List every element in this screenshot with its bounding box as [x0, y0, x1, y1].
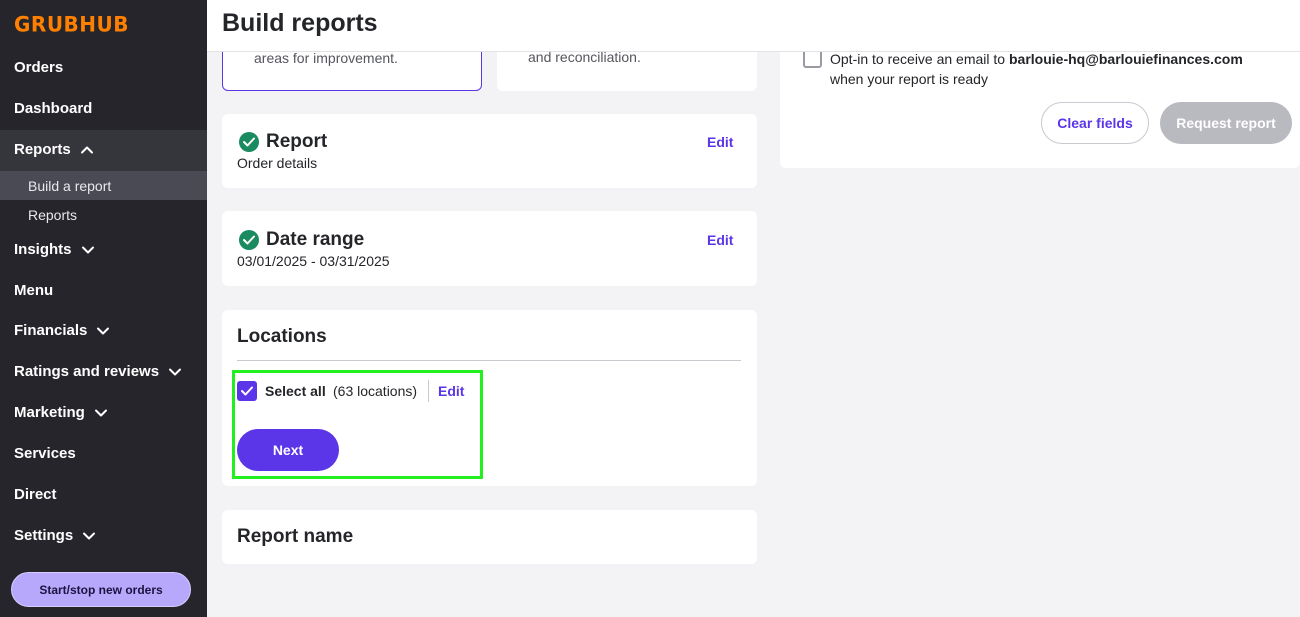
check-circle-icon — [239, 132, 259, 152]
date-range-step-card: Date range 03/01/2025 - 03/31/2025 Edit — [222, 211, 757, 286]
sidebar-item-label: Menu — [14, 282, 54, 299]
chevron-down-icon — [97, 327, 110, 334]
email-optin-text: Opt-in to receive an email to barlouie-h… — [830, 49, 1280, 89]
check-circle-icon — [239, 230, 259, 250]
chevron-up-icon — [80, 146, 93, 153]
sidebar-item-label: Marketing — [14, 404, 85, 421]
sidebar-item-orders[interactable]: Orders — [14, 59, 63, 76]
email-optin-suffix: when your report is ready — [830, 71, 988, 87]
sidebar-item-dashboard[interactable]: Dashboard — [14, 100, 92, 117]
sidebar-item-label: Reports — [14, 141, 71, 158]
vertical-divider — [428, 380, 429, 402]
locations-count: (63 locations) — [333, 383, 418, 399]
report-name-title: Report name — [237, 526, 354, 547]
sidebar-item-label: Ratings and reviews — [14, 363, 160, 380]
request-report-button[interactable]: Request report — [1160, 102, 1292, 144]
chevron-down-icon — [83, 532, 96, 539]
sidebar-item-reports[interactable]: Reports — [14, 141, 95, 158]
sidebar-item-insights[interactable]: Insights — [14, 241, 96, 258]
date-range-title: Date range — [266, 229, 365, 250]
report-step-value: Order details — [237, 155, 318, 171]
sidebar-item-label: Orders — [14, 59, 64, 76]
sidebar-item-label: Financials — [14, 322, 88, 339]
sidebar-subitem-build-a-report[interactable]: Build a report — [28, 178, 111, 194]
locations-divider — [237, 360, 741, 361]
sidebar-item-label: Settings — [14, 527, 74, 544]
sidebar-item-settings[interactable]: Settings — [14, 527, 97, 544]
sidebar-item-label: Insights — [14, 241, 72, 258]
next-button[interactable]: Next — [237, 429, 339, 471]
sidebar-subitem-reports[interactable]: Reports — [28, 207, 77, 223]
report-name-step-card: Report name — [222, 510, 757, 564]
report-edit-link[interactable]: Edit — [707, 134, 733, 150]
page-header: Build reports — [207, 0, 1300, 52]
start-stop-orders-button[interactable]: Start/stop new orders — [11, 572, 191, 607]
date-range-value: 03/01/2025 - 03/31/2025 — [237, 253, 390, 269]
locations-title: Locations — [237, 326, 327, 347]
chevron-down-icon — [169, 368, 182, 375]
chevron-down-icon — [94, 409, 107, 416]
locations-edit-link[interactable]: Edit — [438, 383, 464, 399]
sidebar-item-direct[interactable]: Direct — [14, 486, 57, 503]
email-optin-address: barlouie-hq@barlouiefinances.com — [1008, 51, 1243, 67]
select-all-checkbox[interactable] — [237, 381, 257, 401]
sidebar: GRUBHUB Orders Dashboard Reports Build a… — [0, 0, 207, 617]
sidebar-item-marketing[interactable]: Marketing — [14, 404, 109, 421]
report-step-card: Report Order details Edit — [222, 114, 757, 188]
grubhub-logo[interactable]: GRUBHUB — [14, 11, 129, 36]
page-title: Build reports — [222, 9, 378, 37]
report-step-title: Report — [266, 131, 328, 152]
report-type-description: areas for improvement. — [254, 50, 398, 66]
sidebar-item-label: Services — [14, 445, 76, 462]
sidebar-item-ratings-and-reviews[interactable]: Ratings and reviews — [14, 363, 183, 380]
sidebar-item-label: Dashboard — [14, 100, 93, 117]
sidebar-item-financials[interactable]: Financials — [14, 322, 111, 339]
clear-fields-button[interactable]: Clear fields — [1041, 102, 1149, 144]
sidebar-item-services[interactable]: Services — [14, 445, 76, 462]
email-optin-prefix: Opt-in to receive an email to — [830, 51, 1006, 67]
sidebar-item-menu[interactable]: Menu — [14, 282, 53, 299]
select-all-label[interactable]: Select all — [265, 383, 326, 399]
chevron-down-icon — [81, 246, 94, 253]
date-range-edit-link[interactable]: Edit — [707, 232, 733, 248]
sidebar-item-label: Direct — [14, 486, 57, 503]
